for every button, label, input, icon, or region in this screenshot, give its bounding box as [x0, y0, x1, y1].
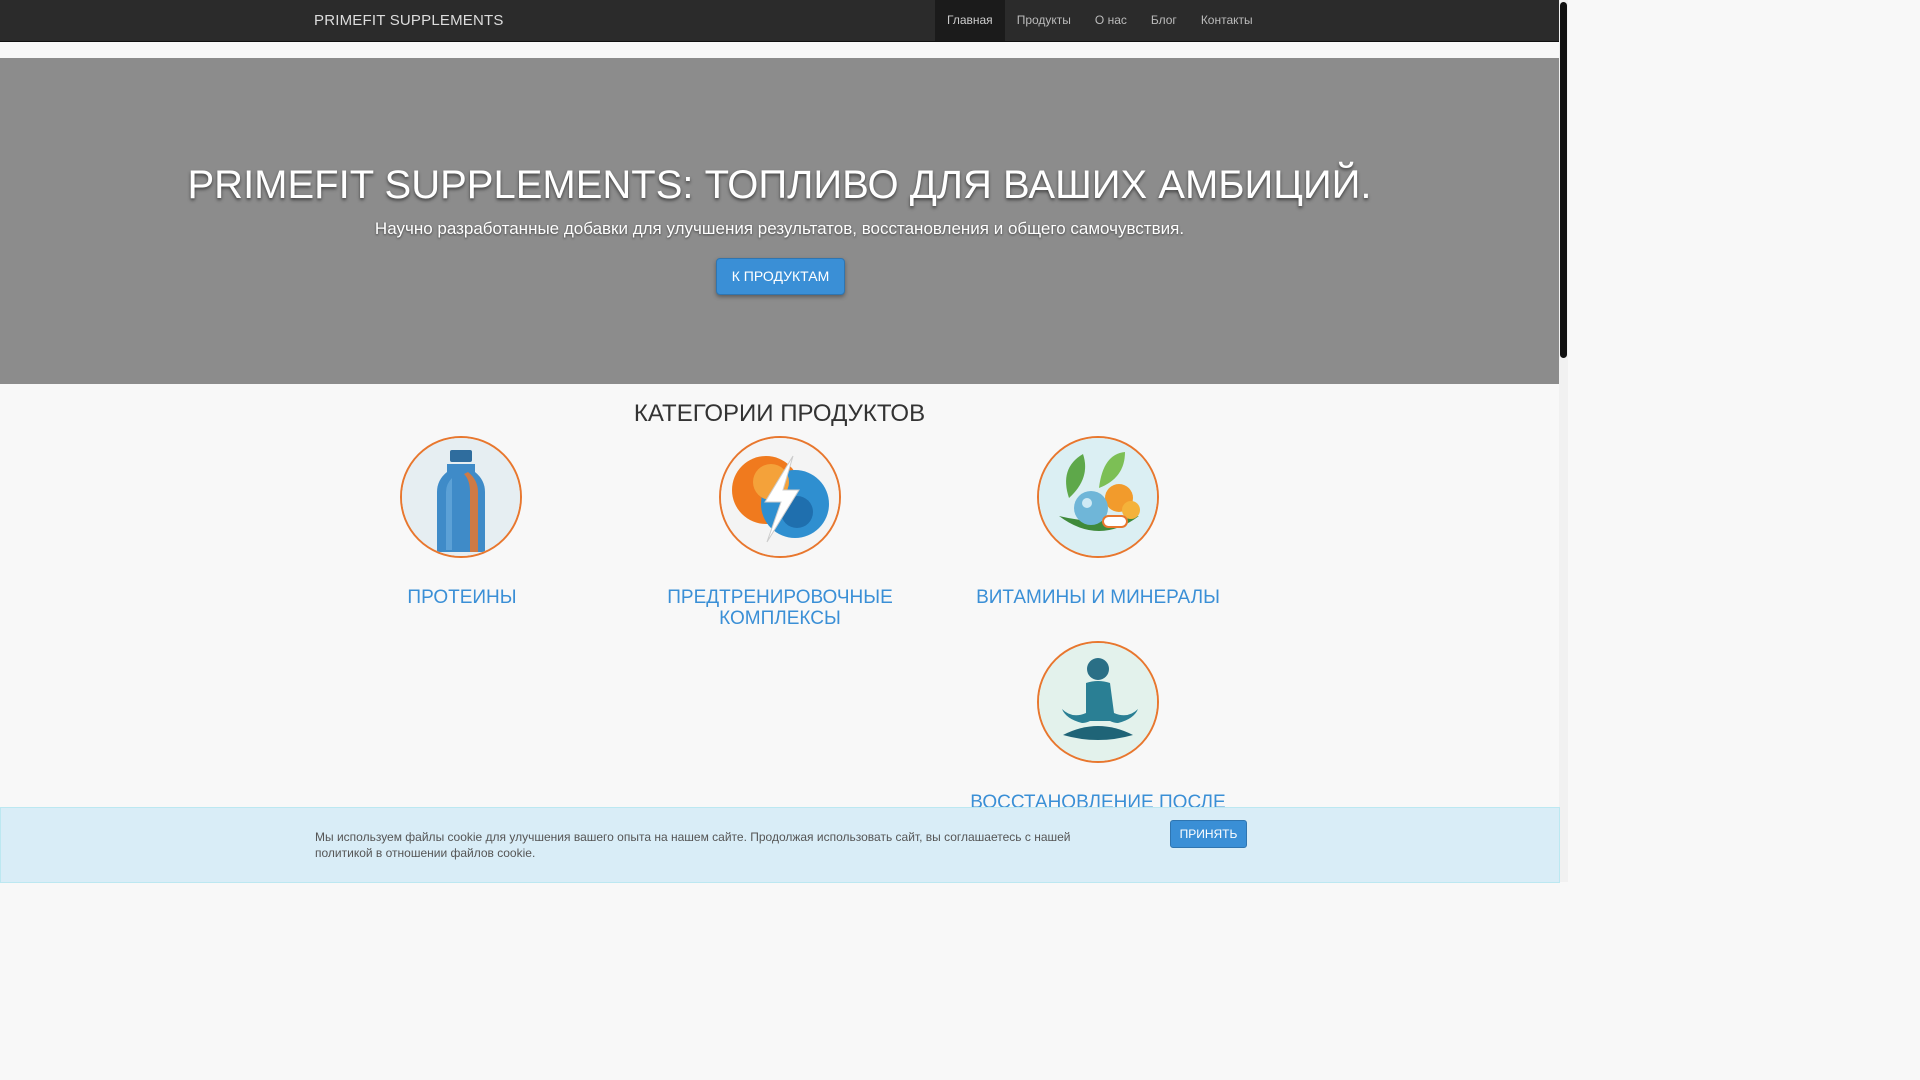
meditation-figure-icon[interactable]	[1037, 641, 1159, 763]
energy-bolt-icon[interactable]	[719, 436, 841, 558]
scrollbar-thumb[interactable]	[1560, 2, 1567, 358]
top-navbar: PRIMEFIT SUPPLEMENTS Главная Продукты О …	[0, 0, 1559, 42]
brand-logo[interactable]: PRIMEFIT SUPPLEMENTS	[314, 12, 504, 29]
page-scrollbar[interactable]	[1559, 0, 1568, 882]
category-vitamins-label[interactable]: ВИТАМИНЫ И МИНЕРАЛЫ	[958, 587, 1238, 608]
nav-item-contacts[interactable]: Контакты	[1189, 0, 1265, 41]
accept-cookies-button[interactable]: ПРИНЯТЬ	[1170, 820, 1247, 848]
to-products-button[interactable]: К ПРОДУКТАМ	[716, 258, 845, 295]
cookie-notice-text: Мы используем файлы cookie для улучшения…	[315, 830, 1071, 860]
main-nav: Главная Продукты О нас Блог Контакты	[935, 0, 1265, 41]
nav-item-about[interactable]: О нас	[1083, 0, 1139, 41]
nav-item-blog[interactable]: Блог	[1139, 0, 1189, 41]
category-proteins-label[interactable]: ПРОТЕИНЫ	[322, 587, 602, 608]
protein-bottle-icon[interactable]	[400, 436, 522, 558]
nav-item-home[interactable]: Главная	[935, 0, 1005, 41]
cookie-banner: Мы используем файлы cookie для улучшения…	[0, 807, 1560, 883]
nav-item-products[interactable]: Продукты	[1005, 0, 1083, 41]
categories-title: КАТЕГОРИИ ПРОДУКТОВ	[633, 400, 926, 427]
hero-subtitle: Научно разработанные добавки для улучшен…	[374, 219, 1185, 238]
vitamins-leaves-icon[interactable]	[1037, 436, 1159, 558]
hero-title: PRIMEFIT SUPPLEMENTS: ТОПЛИВО ДЛЯ ВАШИХ …	[187, 163, 1372, 207]
category-preworkout-label[interactable]: ПРЕДТРЕНИРОВОЧНЫЕ КОМПЛЕКСЫ	[640, 587, 920, 629]
hero-banner: PRIMEFIT SUPPLEMENTS: ТОПЛИВО ДЛЯ ВАШИХ …	[0, 58, 1559, 384]
